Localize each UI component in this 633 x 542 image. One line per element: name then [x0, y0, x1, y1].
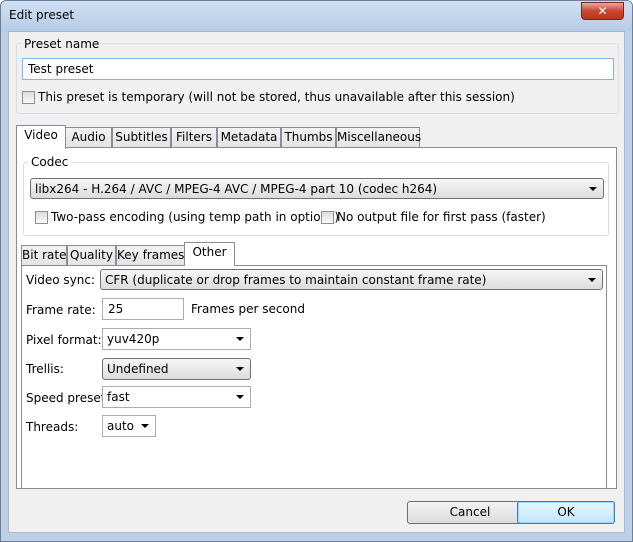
dialog-client-area: Preset name Test preset This preset is t… — [8, 31, 625, 533]
tab-miscellaneous[interactable]: Miscellaneous — [336, 127, 421, 148]
frame-rate-unit: Frames per second — [191, 302, 305, 316]
cancel-button[interactable]: Cancel — [407, 501, 533, 524]
tab-audio[interactable]: Audio — [65, 127, 112, 148]
chevron-down-icon — [236, 337, 244, 341]
trellis-value: Undefined — [107, 362, 169, 376]
two-pass-checkbox[interactable] — [35, 211, 48, 224]
chevron-down-icon — [589, 187, 597, 191]
threads-select[interactable]: auto — [102, 415, 156, 437]
tab-video[interactable]: Video — [16, 125, 66, 149]
chevron-down-icon — [236, 395, 244, 399]
tab-bit-rate[interactable]: Bit rate — [21, 245, 67, 266]
threads-value: auto — [107, 419, 135, 433]
close-icon: ✕ — [597, 4, 608, 18]
codec-group — [23, 162, 609, 236]
trellis-select[interactable]: Undefined — [102, 358, 251, 380]
frame-rate-input[interactable]: 25 — [102, 298, 184, 320]
no-output-checkbox[interactable] — [321, 211, 334, 224]
threads-label: Threads: — [26, 420, 79, 434]
chevron-down-icon — [141, 424, 149, 428]
chevron-down-icon — [236, 367, 244, 371]
speed-preset-select[interactable]: fast — [102, 386, 251, 408]
edit-preset-window: Edit preset ✕ Preset name Test preset Th… — [0, 0, 633, 542]
video-tab-panel: Codec libx264 - H.264 / AVC / MPEG-4 AVC… — [16, 147, 617, 489]
temporary-checkbox[interactable] — [22, 91, 35, 104]
window-title: Edit preset — [9, 8, 75, 22]
tab-subtitles[interactable]: Subtitles — [112, 127, 171, 148]
codec-group-title: Codec — [28, 155, 72, 169]
frame-rate-label: Frame rate: — [26, 303, 96, 317]
pixel-format-label: Pixel format: — [26, 333, 102, 347]
tab-quality[interactable]: Quality — [67, 245, 116, 266]
pixel-format-value: yuv420p — [107, 332, 160, 346]
pixel-format-select[interactable]: yuv420p — [102, 328, 251, 350]
ok-button[interactable]: OK — [517, 501, 615, 524]
chevron-down-icon — [588, 278, 596, 282]
video-sync-value: CFR (duplicate or drop frames to maintai… — [105, 273, 487, 287]
video-sync-label: Video sync: — [26, 273, 96, 287]
temporary-checkbox-label: This preset is temporary (will not be st… — [38, 90, 515, 104]
two-pass-label: Two-pass encoding (using temp path in op… — [51, 210, 340, 224]
preset-name-input[interactable]: Test preset — [22, 58, 614, 80]
other-tab-panel: Video sync: CFR (duplicate or drop frame… — [21, 265, 607, 489]
close-button[interactable]: ✕ — [581, 2, 624, 20]
preset-name-group-title: Preset name — [21, 37, 103, 51]
trellis-label: Trellis: — [26, 362, 64, 376]
tab-other[interactable]: Other — [184, 242, 235, 266]
codec-select-value: libx264 - H.264 / AVC / MPEG-4 AVC / MPE… — [35, 182, 438, 196]
speed-preset-value: fast — [107, 390, 130, 404]
tab-metadata[interactable]: Metadata — [217, 127, 281, 148]
title-bar: Edit preset ✕ — [1, 1, 632, 31]
tab-thumbs[interactable]: Thumbs — [281, 127, 336, 148]
speed-preset-label: Speed preset: — [26, 391, 110, 405]
video-sync-select[interactable]: CFR (duplicate or drop frames to maintai… — [100, 269, 603, 290]
no-output-label: No output file for first pass (faster) — [337, 210, 546, 224]
codec-select[interactable]: libx264 - H.264 / AVC / MPEG-4 AVC / MPE… — [30, 178, 604, 199]
tab-key-frames[interactable]: Key frames — [116, 245, 185, 266]
tab-filters[interactable]: Filters — [171, 127, 217, 148]
